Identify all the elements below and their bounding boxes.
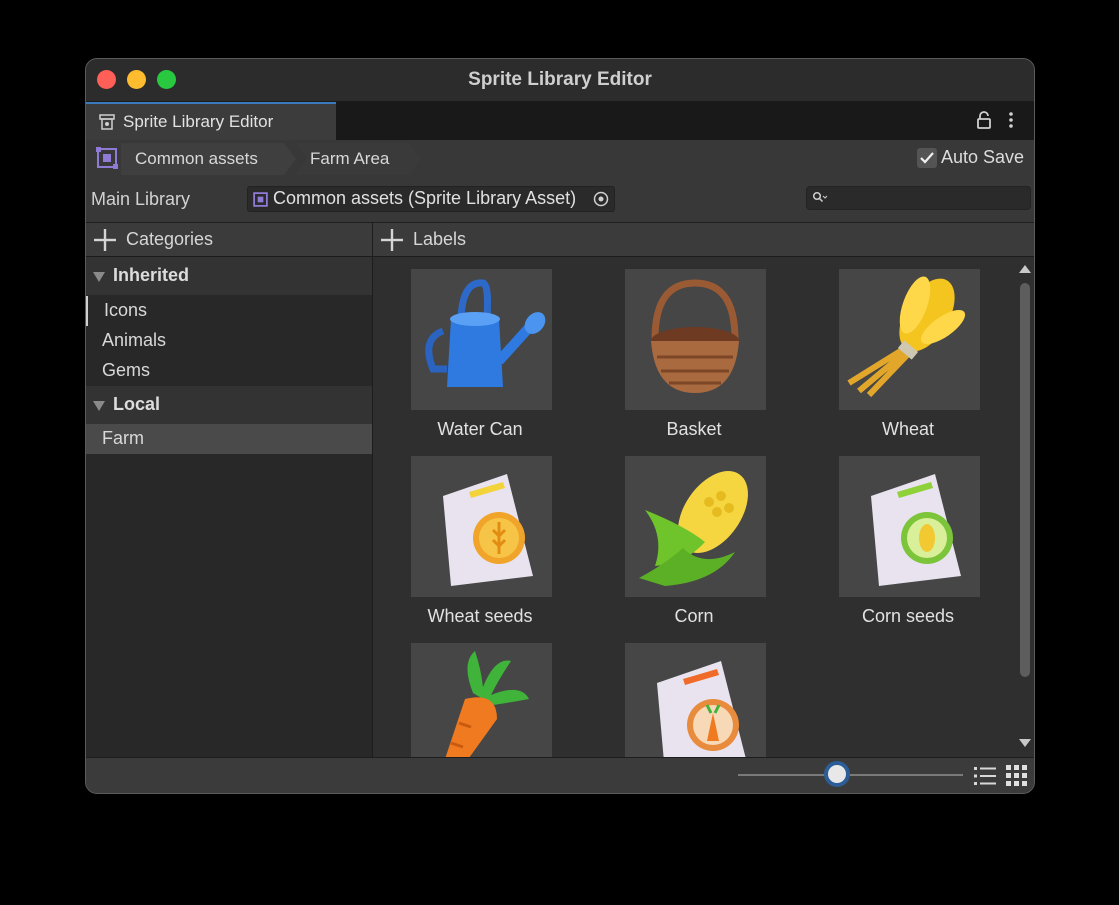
sprite-thumbnail (625, 269, 766, 410)
labels-panel: Labels Water Can Basket Wheat Wheat seed… (373, 223, 1034, 757)
add-label-button[interactable] (380, 228, 404, 252)
sprite-thumbnail (625, 643, 766, 757)
label-tile-corn[interactable]: Corn (587, 444, 801, 631)
label-name: Wheat (881, 419, 935, 439)
add-category-button[interactable] (93, 228, 117, 252)
labels-scrollbar[interactable] (1016, 257, 1034, 757)
list-view-icon[interactable] (974, 766, 996, 786)
wheat-seeds-icon (443, 474, 533, 586)
lock-icon[interactable] (976, 111, 992, 129)
category-label: Icons (104, 300, 148, 320)
auto-save-checkbox[interactable] (917, 148, 937, 168)
category-item-farm[interactable]: Farm (86, 424, 372, 454)
grid-view-icon[interactable] (1006, 765, 1027, 786)
label-name: Corn seeds (861, 606, 955, 626)
group-label: Inherited (113, 265, 190, 285)
corn-icon (639, 471, 748, 586)
sprite-library-window: Sprite Library Editor Sprite Library Edi… (85, 58, 1035, 794)
expand-triangle-icon (93, 272, 105, 282)
category-item-animals[interactable]: Animals (86, 326, 372, 356)
label-tile-corn-seeds[interactable]: Corn seeds (801, 444, 1015, 631)
main-library-row: Main Library Common assets (Sprite Libra… (86, 180, 1034, 220)
zoom-slider-handle[interactable] (828, 765, 846, 783)
label-tile-basket[interactable]: Basket (587, 257, 801, 444)
label-tile-carrot[interactable] (373, 631, 587, 757)
label-tile-water-can[interactable]: Water Can (373, 257, 587, 444)
tab-strip: Sprite Library Editor (86, 102, 1034, 140)
categories-header: Categories (86, 223, 372, 257)
label-name: Basket (666, 419, 722, 439)
more-options-icon[interactable] (1004, 111, 1018, 129)
search-input[interactable] (806, 186, 1031, 210)
sprite-thumbnail (411, 456, 552, 597)
main-library-object-field[interactable]: Common assets (Sprite Library Asset) (247, 186, 615, 212)
group-label: Local (113, 394, 161, 414)
carrot-seeds-icon (657, 661, 746, 757)
label-tile-wheat[interactable]: Wheat (801, 257, 1015, 444)
sprite-thumbnail (839, 269, 980, 410)
labels-grid: Water Can Basket Wheat Wheat seeds Corn … (373, 257, 1015, 757)
tab-label: Sprite Library Editor (123, 112, 274, 131)
object-picker-icon[interactable] (593, 191, 609, 207)
search-icon (812, 191, 828, 203)
main-library-value: Common assets (Sprite Library Asset) (273, 188, 577, 208)
scrollbar-thumb[interactable] (1020, 283, 1030, 677)
breadcrumb: Common assets Farm Area Auto Save (86, 140, 1034, 178)
sprite-library-asset-icon (96, 147, 118, 169)
main-library-label: Main Library (91, 189, 191, 209)
watering-can-icon (425, 279, 546, 387)
scroll-down-arrow-icon[interactable] (1019, 739, 1031, 747)
sprite-library-asset-icon (253, 192, 268, 207)
expand-triangle-icon (93, 401, 105, 411)
label-name: Wheat seeds (427, 606, 533, 626)
label-name: Corn (674, 606, 714, 626)
breadcrumb-item-farm-area[interactable]: Farm Area (295, 143, 421, 175)
scroll-up-arrow-icon[interactable] (1019, 265, 1031, 273)
wheat-icon (847, 276, 966, 398)
sprite-thumbnail (411, 643, 552, 757)
label-tile-carrot-seeds[interactable] (587, 631, 801, 757)
sprite-library-icon (99, 114, 115, 130)
categories-panel: Categories Inherited Icons Animals Gems … (86, 223, 373, 757)
categories-header-label: Categories (126, 229, 214, 249)
carrot-icon (445, 651, 529, 757)
tab-sprite-library-editor[interactable]: Sprite Library Editor (86, 102, 336, 140)
window-title: Sprite Library Editor (468, 69, 652, 90)
corn-seeds-icon (871, 474, 961, 586)
category-item-gems[interactable]: Gems (86, 356, 372, 386)
auto-save-label: Auto Save (941, 147, 1025, 167)
label-tile-wheat-seeds[interactable]: Wheat seeds (373, 444, 587, 631)
sprite-thumbnail (625, 456, 766, 597)
title-bar: Sprite Library Editor (86, 59, 1034, 102)
labels-header: Labels (373, 223, 1034, 257)
category-item-icons[interactable]: Icons (86, 296, 372, 326)
footer-toolbar (86, 757, 1034, 793)
category-label: Gems (102, 360, 151, 380)
group-header-inherited[interactable]: Inherited (86, 257, 372, 295)
sprite-thumbnail (839, 456, 980, 597)
labels-header-label: Labels (413, 229, 467, 249)
category-label: Farm (102, 428, 144, 448)
sprite-thumbnail (411, 269, 552, 410)
basket-icon (651, 279, 739, 393)
label-name: Water Can (437, 419, 523, 439)
breadcrumb-item-common-assets[interactable]: Common assets (121, 143, 296, 175)
checkmark-icon (920, 152, 934, 164)
category-label: Animals (102, 330, 167, 350)
group-header-local[interactable]: Local (86, 386, 372, 424)
zoom-slider[interactable] (738, 774, 963, 776)
